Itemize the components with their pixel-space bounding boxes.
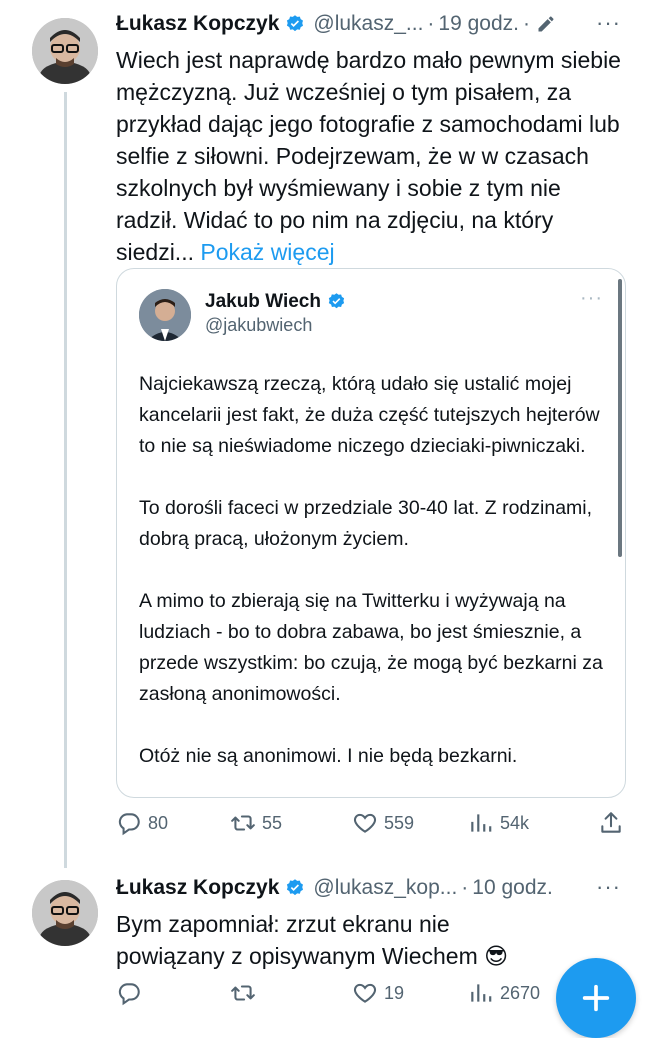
separator-dot: · (523, 12, 530, 35)
separator-dot: · (427, 12, 435, 35)
like-count: 559 (384, 812, 415, 833)
verified-badge-icon (327, 292, 347, 312)
timestamp[interactable]: 10 godz. (472, 876, 553, 900)
retweet-button[interactable] (230, 980, 256, 1006)
author-handle[interactable]: @lukasz_kop... (313, 876, 457, 900)
like-icon (353, 983, 377, 1003)
views-button[interactable]: 2670 (468, 980, 540, 1006)
retweet-count: 55 (262, 812, 283, 833)
thread-connector-line (64, 92, 67, 868)
quote-paragraph: Otóż nie są anonimowi. I nie będą bezkar… (139, 745, 518, 767)
show-more-link[interactable]: Pokaż więcej (200, 239, 334, 265)
quote-avatar-image (139, 289, 191, 341)
views-icon (471, 814, 492, 832)
quote-author-name[interactable]: Jakub Wiech (205, 291, 321, 313)
reply-icon (118, 813, 140, 836)
like-button[interactable]: 19 (352, 980, 404, 1006)
tweet-header: Łukasz Kopczyk @lukasz_kop... · 10 godz. (116, 876, 553, 900)
like-button[interactable]: 559 (352, 810, 414, 836)
verified-badge-icon (285, 878, 305, 898)
avatar-image (32, 18, 98, 84)
tweet-text: Wiech jest naprawdę bardzo mało pewnym s… (116, 44, 626, 268)
avatar-image (32, 880, 98, 946)
like-icon (353, 813, 377, 833)
views-count: 54k (500, 812, 530, 833)
edit-pencil-icon (536, 14, 556, 34)
retweet-icon (231, 985, 255, 1001)
quote-author-handle[interactable]: @jakubwiech (205, 315, 312, 336)
tweet-body: Bym zapomniał: zrzut ekranu nie powiązan… (116, 911, 509, 969)
views-button[interactable]: 54k (468, 810, 529, 836)
more-icon[interactable]: ··· (580, 287, 603, 310)
more-icon[interactable]: ··· (596, 874, 621, 900)
author-name[interactable]: Łukasz Kopczyk (116, 12, 279, 36)
views-icon (471, 984, 492, 1002)
avatar[interactable] (32, 18, 98, 84)
tweet-actions: 19 2670 (116, 980, 632, 1012)
quote-paragraph: Najciekawszą rzeczą, którą udało się ust… (139, 373, 600, 457)
quote-body: Najciekawszą rzeczą, którą udało się ust… (139, 369, 609, 797)
author-handle[interactable]: @lukasz_... (313, 12, 423, 36)
retweet-button[interactable]: 55 (230, 810, 282, 836)
separator-dot: · (461, 876, 469, 899)
quote-paragraph: A mimo to zbierają się na Twitterku i wy… (139, 590, 603, 705)
quote-paragraph: To dorośli faceci w przedziale 30-40 lat… (139, 497, 593, 550)
quoted-tweet[interactable]: Jakub Wiech @jakubwiech ··· Najciekawszą… (116, 268, 626, 798)
compose-plus-icon (582, 984, 610, 1012)
retweet-icon (231, 815, 255, 831)
scrollbar[interactable] (618, 279, 622, 557)
tweet-text: Bym zapomniał: zrzut ekranu nie powiązan… (116, 908, 556, 972)
tweet-body: Wiech jest naprawdę bardzo mało pewnym s… (116, 47, 621, 265)
share-button[interactable] (598, 810, 624, 836)
tweet-header: Łukasz Kopczyk @lukasz_... · 19 godz. · (116, 12, 556, 36)
reply-button[interactable]: 80 (116, 810, 168, 836)
like-count: 19 (384, 982, 405, 1003)
avatar[interactable] (32, 880, 98, 946)
quote-avatar[interactable] (139, 289, 191, 341)
more-icon[interactable]: ··· (596, 10, 621, 36)
reply-count: 80 (148, 812, 169, 833)
timestamp[interactable]: 19 godz. (438, 12, 519, 36)
verified-badge-icon (285, 14, 305, 34)
compose-button[interactable] (556, 958, 636, 1038)
share-icon (601, 812, 621, 833)
reply-button[interactable] (116, 980, 142, 1006)
reply-icon (118, 983, 140, 1006)
views-count: 2670 (500, 982, 541, 1003)
quote-author: Jakub Wiech (205, 291, 347, 313)
tweet-actions: 80 55 559 54k (116, 810, 632, 842)
author-name[interactable]: Łukasz Kopczyk (116, 876, 279, 900)
